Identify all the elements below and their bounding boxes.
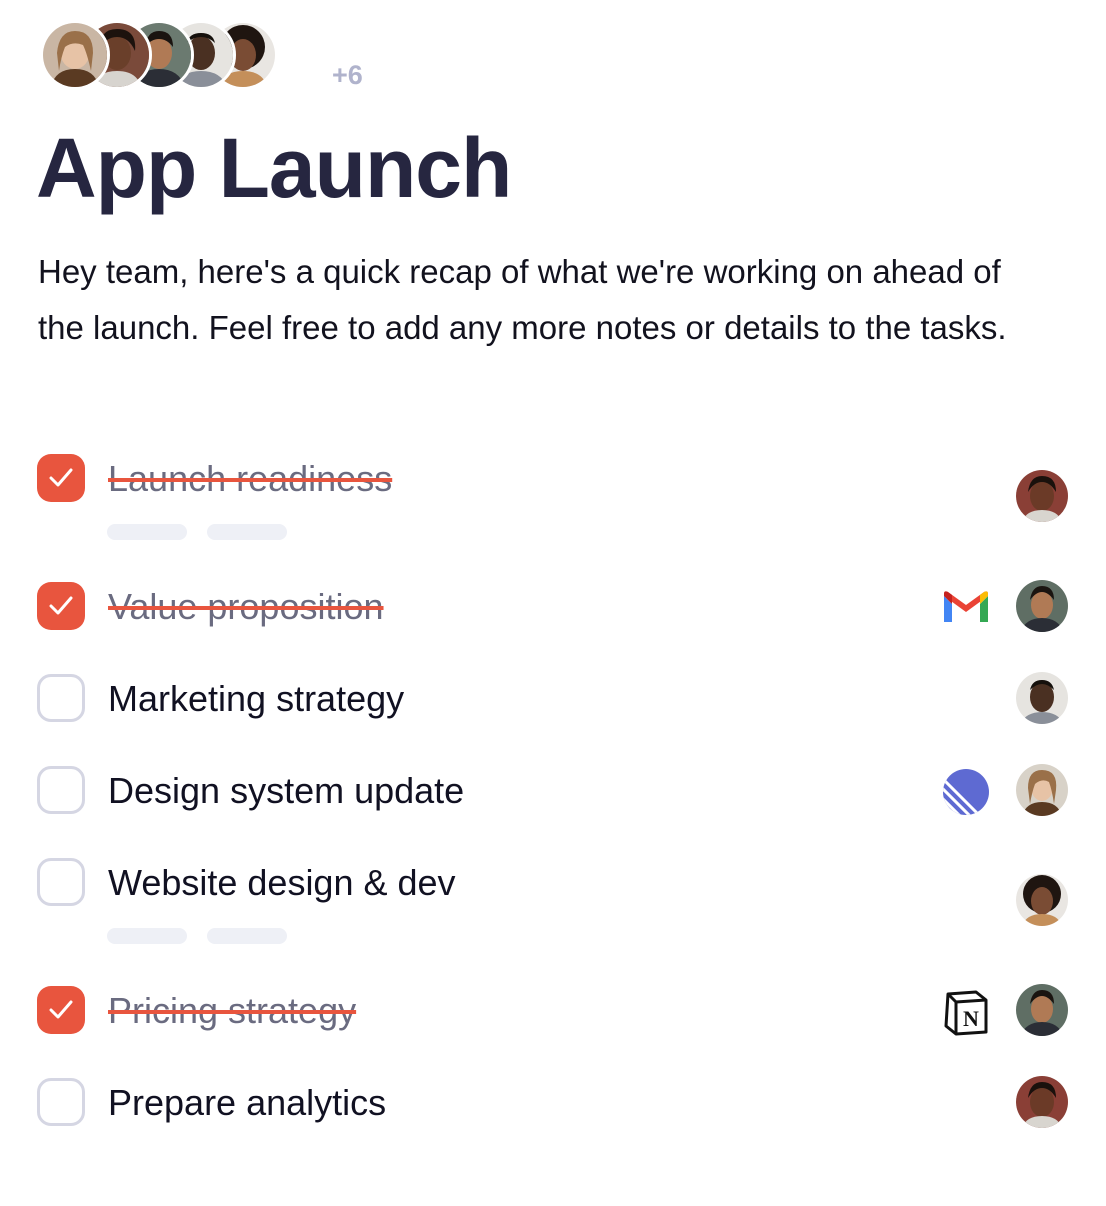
assignee-avatar[interactable] bbox=[1016, 470, 1068, 522]
check-icon bbox=[49, 468, 73, 487]
team-avatars[interactable]: +6 bbox=[40, 20, 363, 90]
task-item[interactable]: Launch readiness bbox=[0, 454, 1106, 540]
task-checkbox[interactable] bbox=[37, 766, 85, 814]
assignee-avatar[interactable] bbox=[1016, 1076, 1068, 1128]
task-checkbox[interactable] bbox=[37, 582, 85, 630]
task-checkbox[interactable] bbox=[37, 1078, 85, 1126]
gmail-icon[interactable] bbox=[940, 582, 992, 634]
svg-text:N: N bbox=[963, 1006, 979, 1031]
task-checkbox[interactable] bbox=[37, 454, 85, 502]
assignee-avatar[interactable] bbox=[1016, 580, 1068, 632]
task-label[interactable]: Website design & dev bbox=[108, 862, 456, 904]
page-title: App Launch bbox=[36, 121, 512, 215]
task-checkbox[interactable] bbox=[37, 986, 85, 1034]
avatar-stack bbox=[40, 20, 280, 90]
task-label[interactable]: Pricing strategy bbox=[108, 990, 356, 1032]
linear-icon[interactable] bbox=[940, 766, 992, 818]
task-item[interactable]: Marketing strategy bbox=[0, 672, 1106, 734]
task-checkbox[interactable] bbox=[37, 674, 85, 722]
task-item[interactable]: Prepare analytics bbox=[0, 1076, 1106, 1138]
task-label[interactable]: Marketing strategy bbox=[108, 678, 404, 720]
assignee-avatar[interactable] bbox=[1016, 984, 1068, 1036]
task-label[interactable]: Prepare analytics bbox=[108, 1082, 386, 1124]
notion-icon[interactable]: N bbox=[940, 986, 992, 1038]
task-placeholder bbox=[107, 524, 287, 540]
task-checkbox[interactable] bbox=[37, 858, 85, 906]
task-label[interactable]: Value proposition bbox=[108, 586, 384, 628]
task-label[interactable]: Launch readiness bbox=[108, 458, 392, 500]
assignee-avatar[interactable] bbox=[1016, 874, 1068, 926]
intro-text: Hey team, here's a quick recap of what w… bbox=[38, 253, 1007, 346]
more-members-count[interactable]: +6 bbox=[332, 60, 363, 91]
assignee-avatar[interactable] bbox=[1016, 672, 1068, 724]
avatar[interactable] bbox=[40, 20, 110, 90]
task-item[interactable]: Design system update bbox=[0, 764, 1106, 826]
assignee-avatar[interactable] bbox=[1016, 764, 1068, 816]
task-placeholder bbox=[107, 928, 287, 944]
task-item[interactable]: Value proposition bbox=[0, 580, 1106, 642]
check-icon bbox=[49, 596, 73, 615]
check-icon bbox=[49, 1000, 73, 1019]
task-item[interactable]: Pricing strategy N bbox=[0, 984, 1106, 1046]
task-item[interactable]: Website design & dev bbox=[0, 858, 1106, 944]
task-label[interactable]: Design system update bbox=[108, 770, 464, 812]
